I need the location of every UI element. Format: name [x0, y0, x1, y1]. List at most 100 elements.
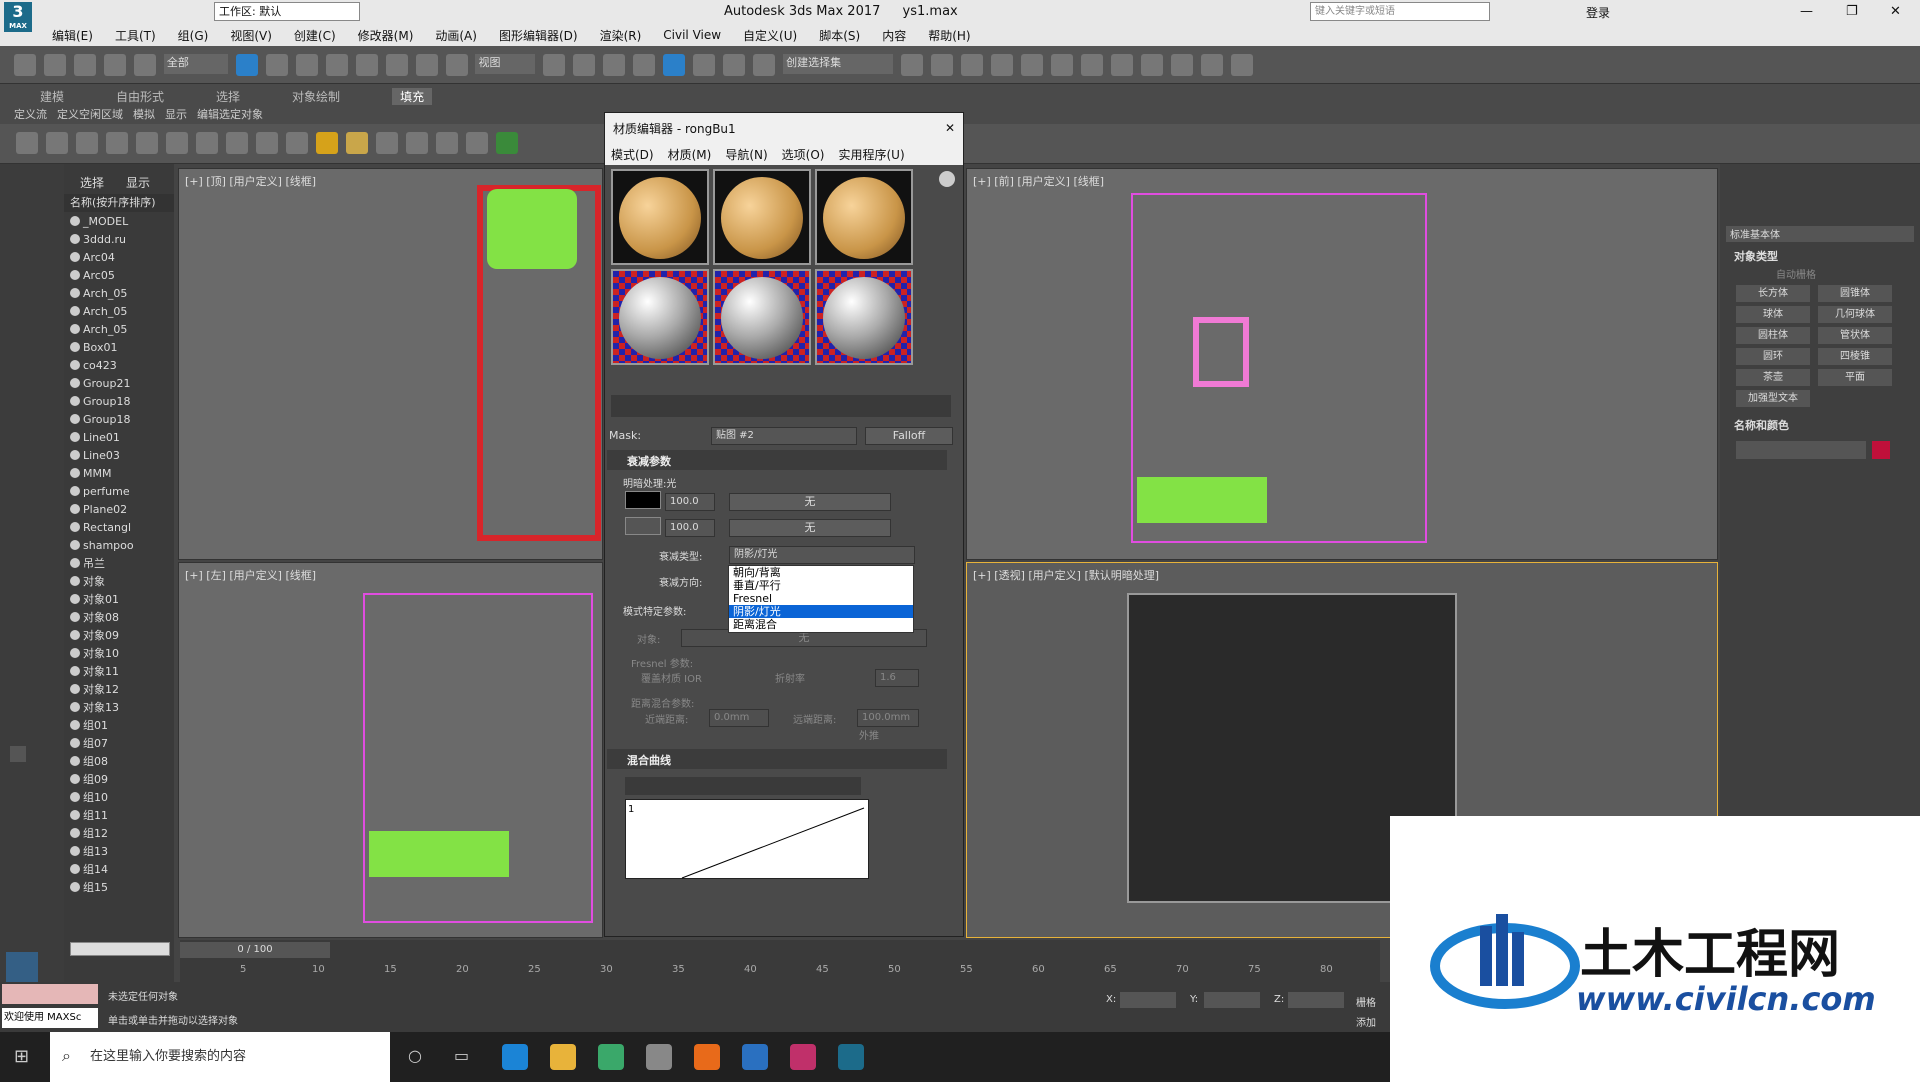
snap-icon[interactable] [633, 54, 656, 76]
list-item[interactable]: shampoo [64, 536, 174, 554]
material-editor-icon[interactable] [1080, 54, 1103, 76]
render-cloud-icon[interactable] [1230, 54, 1253, 76]
layer-icon[interactable] [960, 54, 983, 76]
maxscript-listener[interactable] [2, 984, 98, 1004]
list-item[interactable]: 组09 [64, 770, 174, 788]
dropdown-option[interactable]: 阴影/灯光 [729, 605, 913, 618]
list-item[interactable]: 组10 [64, 788, 174, 806]
mated-menu-item[interactable]: 实用程序(U) [838, 146, 904, 163]
list-item[interactable]: 吊兰 [64, 554, 174, 572]
dropdown-option[interactable]: 垂直/平行 [729, 579, 913, 592]
list-item[interactable]: Plane02 [64, 500, 174, 518]
login-link[interactable]: 登录 [1586, 4, 1610, 21]
angle-snap-icon[interactable] [663, 54, 686, 76]
move-icon[interactable] [355, 54, 378, 76]
cortana-icon[interactable]: ○ [408, 1046, 422, 1065]
windows-start-icon[interactable]: ⊞ [14, 1046, 29, 1067]
create-object-button[interactable]: 茶壶 [1736, 369, 1810, 386]
eye-icon[interactable] [70, 792, 80, 802]
eye-icon[interactable] [70, 540, 80, 550]
percent-snap-icon[interactable] [693, 54, 716, 76]
ribbon-tab[interactable]: 对象绘制 [292, 88, 340, 105]
select-name-icon[interactable] [265, 54, 288, 76]
undo-icon[interactable] [14, 54, 36, 76]
list-item[interactable]: 对象 [64, 572, 174, 590]
ior-spinner[interactable]: 1.6 [875, 669, 919, 687]
eye-icon[interactable] [70, 270, 80, 280]
list-item[interactable]: Arch_05 [64, 284, 174, 302]
cone-icon[interactable] [286, 132, 308, 154]
hemisphere-icon[interactable] [196, 132, 218, 154]
menu-item[interactable]: 动画(A) [435, 27, 477, 44]
eye-icon[interactable] [70, 810, 80, 820]
folder-icon[interactable] [550, 1044, 576, 1070]
list-item[interactable]: 组01 [64, 716, 174, 734]
particle-icon[interactable] [376, 132, 398, 154]
explorer-tab[interactable]: 显示 [126, 174, 150, 194]
bind-icon[interactable] [134, 54, 156, 76]
cloud-icon[interactable] [46, 132, 68, 154]
create-object-button[interactable]: 长方体 [1736, 285, 1810, 302]
extrapolate-checkbox[interactable]: 外推 [859, 727, 879, 742]
eye-icon[interactable] [70, 432, 80, 442]
eye-icon[interactable] [70, 252, 80, 262]
curve-editor-icon[interactable] [1020, 54, 1043, 76]
mated-menu-item[interactable]: 选项(O) [782, 146, 825, 163]
list-item[interactable]: 对象13 [64, 698, 174, 716]
mated-menu-item[interactable]: 材质(M) [668, 146, 712, 163]
restore-icon[interactable]: ❐ [1846, 4, 1858, 19]
ribbon-tab[interactable]: 选择 [216, 88, 240, 105]
ribbon-subtab[interactable]: 定义流 [14, 106, 47, 122]
firefox-icon[interactable] [694, 1044, 720, 1070]
box-icon[interactable] [166, 132, 188, 154]
menu-item[interactable]: 内容 [882, 27, 906, 44]
keyboard-icon[interactable] [603, 54, 626, 76]
rect-select-icon[interactable] [295, 54, 318, 76]
ribbon-subtab[interactable]: 显示 [165, 106, 187, 122]
eye-icon[interactable] [70, 864, 80, 874]
minimize-icon[interactable]: — [1800, 4, 1813, 19]
ribbon-subtab[interactable]: 模拟 [133, 106, 155, 122]
link-icon[interactable] [74, 54, 96, 76]
section-name-color[interactable]: 名称和颜色 [1734, 417, 1920, 433]
viewport-persp-label[interactable]: [+] [透视] [用户定义] [默认明暗处理] [973, 567, 1159, 583]
sample-slot-4[interactable] [611, 269, 709, 365]
sample-slot-3[interactable] [815, 169, 913, 265]
mirror-icon[interactable] [900, 54, 923, 76]
falloff-button[interactable]: Falloff [865, 427, 953, 445]
align-icon[interactable] [930, 54, 953, 76]
menu-item[interactable]: 帮助(H) [928, 27, 970, 44]
category-select[interactable]: 标准基本体 [1726, 226, 1914, 242]
list-item[interactable]: 对象01 [64, 590, 174, 608]
create-object-button[interactable]: 圆环 [1736, 348, 1810, 365]
list-item[interactable]: 对象12 [64, 680, 174, 698]
ribbon-tab[interactable]: 填充 [392, 88, 433, 105]
list-item[interactable]: Rectangl [64, 518, 174, 536]
edge-icon[interactable] [502, 1044, 528, 1070]
ribbon-tab[interactable]: 建模 [40, 88, 64, 105]
sample-slot-2[interactable] [713, 169, 811, 265]
viewport-top-label[interactable]: [+] [顶] [用户定义] [线框] [185, 173, 316, 189]
viewport-left-label[interactable]: [+] [左] [用户定义] [线框] [185, 567, 316, 583]
selection-filter[interactable]: 全部 [163, 54, 228, 74]
eye-icon[interactable] [70, 414, 80, 424]
list-item[interactable]: co423 [64, 356, 174, 374]
window-cross-icon[interactable] [325, 54, 348, 76]
close-icon[interactable]: ✕ [1890, 4, 1901, 19]
app-icon-1[interactable] [598, 1044, 624, 1070]
eye-icon[interactable] [70, 396, 80, 406]
value2-spinner[interactable]: 100.0 [665, 519, 715, 537]
eye-icon[interactable] [70, 360, 80, 370]
eye-icon[interactable] [70, 702, 80, 712]
ribbon-subtab[interactable]: 编辑选定对象 [197, 106, 263, 122]
render-setup-icon[interactable] [1110, 54, 1133, 76]
override-ior-checkbox[interactable]: 覆盖材质 IOR [641, 670, 702, 685]
mated-close-icon[interactable]: ✕ [945, 121, 955, 135]
list-item[interactable]: 组14 [64, 860, 174, 878]
eye-icon[interactable] [70, 756, 80, 766]
mated-menu-item[interactable]: 导航(N) [725, 146, 767, 163]
eye-icon[interactable] [70, 666, 80, 676]
schematic-icon[interactable] [1050, 54, 1073, 76]
app-icon[interactable]: 3 MAX [4, 2, 32, 32]
menu-item[interactable]: Civil View [663, 28, 721, 42]
